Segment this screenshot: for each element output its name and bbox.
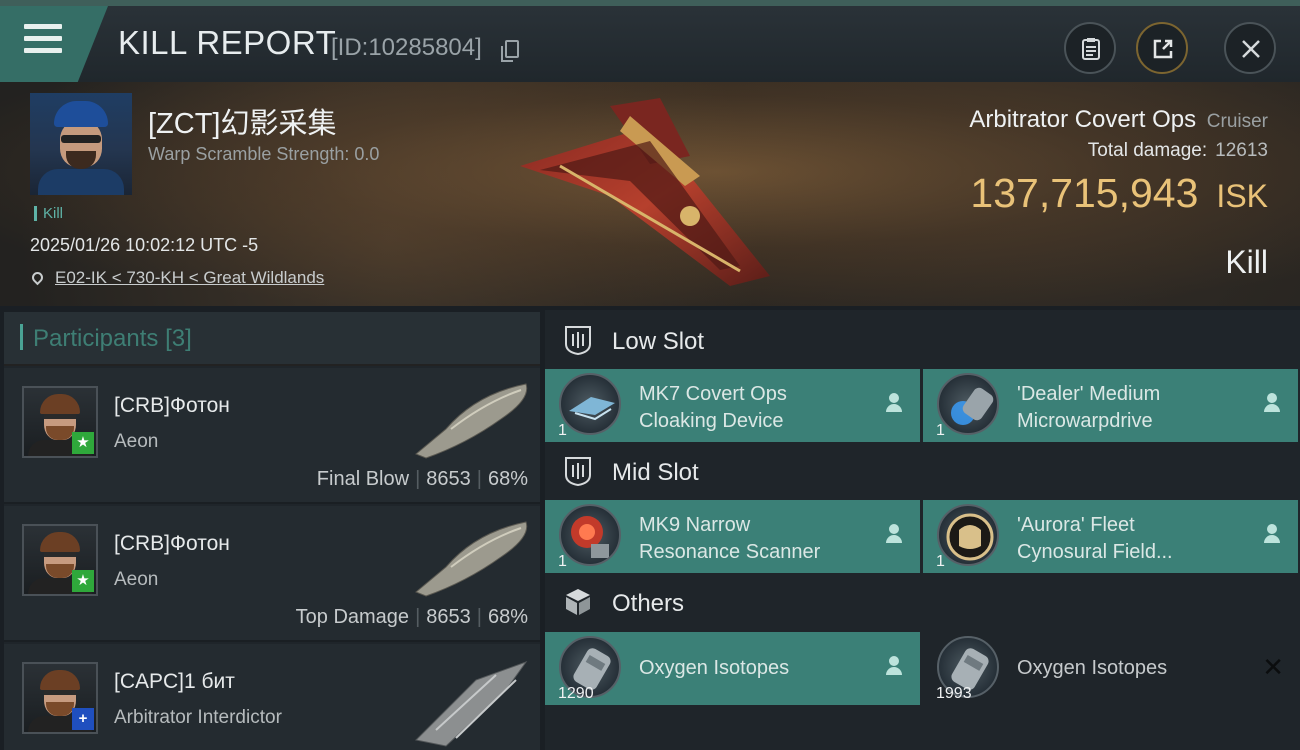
low-slot-icon: [565, 326, 591, 356]
top-bar: KILL REPORT [ID:10285804]: [0, 0, 1300, 82]
participant-ship: Aeon: [114, 431, 159, 452]
participant-ship-image: [415, 521, 528, 597]
location-text: E02-IK < 730-KH < Great Wildlands: [55, 268, 325, 287]
module-quantity: 1: [558, 422, 567, 439]
participant-ship-image: [414, 660, 528, 747]
participant-percent: 68%: [487, 468, 528, 490]
dropped-x-icon: ✕: [1262, 652, 1284, 682]
victim-name[interactable]: [ZCT]幻影采集: [148, 100, 337, 142]
isk-value: 137,715,943 ISK: [970, 170, 1268, 217]
ship-class: Cruiser: [1206, 111, 1268, 132]
cube-icon: [566, 589, 590, 615]
module-quantity: 1: [936, 553, 945, 570]
participant-name: [CAPC]1 бит: [114, 670, 235, 693]
victim-ship-name: Arbitrator Covert Ops Cruiser: [969, 106, 1268, 134]
location-link[interactable]: E02-IK < 730-KH < Great Wildlands: [29, 268, 325, 288]
module-card[interactable]: 1 MK7 Covert Ops Cloaking Device: [545, 369, 920, 442]
owner-icon: [1264, 393, 1280, 413]
participant-damage: 8653: [426, 468, 471, 490]
mid-slot-icon: [565, 457, 591, 487]
module-name: Oxygen Isotopes: [639, 657, 790, 679]
participants-header: Participants [3]: [4, 312, 540, 366]
owner-icon: [1264, 524, 1280, 544]
page-title: KILL REPORT: [118, 24, 337, 61]
kill-time: 2025/01/26 10:02:12 UTC -5: [30, 235, 259, 255]
copy-icon[interactable]: [501, 40, 519, 62]
module-card[interactable]: 1 MK9 Narrow Resonance Scanner: [545, 500, 920, 573]
module-card[interactable]: 1290 Oxygen Isotopes: [545, 632, 920, 705]
star-badge-icon: ★: [72, 432, 94, 454]
module-name: MK7 Covert Ops Cloaking Device: [639, 383, 787, 432]
participant-name: [CRB]Фотон: [114, 532, 230, 555]
module-card[interactable]: 1 'Aurora' Fleet Cynosural Field...: [923, 500, 1298, 573]
cloaking-device-icon: [559, 373, 621, 435]
mid-slot-label: Mid Slot: [612, 459, 699, 486]
low-slot-label: Low Slot: [612, 328, 705, 355]
participants-count: [3]: [165, 325, 192, 352]
total-damage-value: 12613: [1215, 140, 1268, 161]
mid-slot-header: Mid Slot: [545, 443, 1300, 501]
participant-ship-image: [415, 383, 528, 459]
plus-badge-icon: +: [72, 708, 94, 730]
participant-percent: 68%: [487, 606, 528, 628]
participants-title: Participants: [33, 325, 159, 352]
clipboard-icon: [1082, 38, 1100, 60]
warp-scramble-strength: Warp Scramble Strength: 0.0: [148, 144, 380, 164]
clipboard-button[interactable]: [1064, 22, 1116, 74]
ship-name-text: Arbitrator Covert Ops: [969, 106, 1197, 133]
low-slot-header: Low Slot: [545, 312, 1300, 370]
kill-result: Kill: [1225, 244, 1268, 280]
participant-ship: Arbitrator Interdictor: [114, 707, 282, 728]
participant-stats: Final Blow | 8653 | 68%: [316, 468, 528, 490]
participant-damage: 8653: [426, 606, 471, 628]
module-quantity: 1993: [936, 685, 972, 702]
participant-row[interactable]: ★ [CRB]Фотон Aeon Top Damage | 8653 | 68%: [4, 506, 540, 642]
total-damage-label: Total damage:: [1087, 140, 1208, 161]
microwarpdrive-icon: [937, 373, 999, 435]
participant-row[interactable]: ★ [CRB]Фотон Aeon Final Blow | 8653 | 68%: [4, 368, 540, 504]
module-name: 'Aurora' Fleet Cynosural Field...: [1017, 514, 1173, 563]
share-button[interactable]: [1136, 22, 1188, 74]
module-name: Oxygen Isotopes: [1017, 657, 1168, 679]
owner-icon: [886, 656, 902, 676]
kill-id: [ID:10285804]: [331, 34, 482, 61]
close-icon: [1242, 40, 1260, 58]
share-icon: [1153, 39, 1173, 59]
close-button[interactable]: [1224, 22, 1276, 74]
location-pin-icon: [29, 269, 46, 286]
participant-role: Final Blow: [316, 468, 410, 490]
module-card[interactable]: 1 'Dealer' Medium Microwarpdrive: [923, 369, 1298, 442]
fitting-panel: Low Slot 1 MK7 Covert Ops Cloaking Device…: [545, 310, 1300, 750]
participant-ship: Aeon: [114, 569, 159, 590]
kill-tag: Kill: [34, 206, 63, 221]
module-card[interactable]: 1993 Oxygen Isotopes ✕: [923, 632, 1298, 705]
scanner-icon: [559, 504, 621, 566]
owner-icon: [886, 393, 902, 413]
menu-icon: [24, 24, 62, 54]
participant-stats: Top Damage | 8653 | 68%: [295, 606, 528, 628]
victim-banner: [ZCT]幻影采集 Warp Scramble Strength: 0.0 Ki…: [0, 82, 1300, 306]
star-badge-icon: ★: [72, 570, 94, 592]
victim-avatar[interactable]: [30, 93, 132, 195]
owner-icon: [886, 524, 902, 544]
module-quantity: 1: [558, 553, 567, 570]
module-name: MK9 Narrow Resonance Scanner: [639, 514, 821, 563]
others-label: Others: [612, 590, 685, 617]
participants-panel: Participants [3] ★ [CRB]Фотон Aeon Final…: [4, 312, 540, 750]
module-quantity: 1: [936, 422, 945, 439]
total-damage: Total damage: 12613: [1088, 140, 1268, 162]
module-quantity: 1290: [558, 685, 594, 702]
isk-unit: ISK: [1216, 178, 1268, 214]
cynosural-field-icon: [937, 504, 999, 566]
others-header: Others: [545, 574, 1300, 632]
isk-amount: 137,715,943: [970, 170, 1199, 216]
menu-button[interactable]: [0, 6, 108, 82]
victim-ship-image: [520, 98, 770, 286]
participant-name: [CRB]Фотон: [114, 394, 230, 417]
participant-row[interactable]: + [CAPC]1 бит Arbitrator Interdictor: [4, 644, 540, 750]
module-name: 'Dealer' Medium Microwarpdrive: [1017, 383, 1161, 432]
participant-role: Top Damage: [295, 606, 410, 628]
